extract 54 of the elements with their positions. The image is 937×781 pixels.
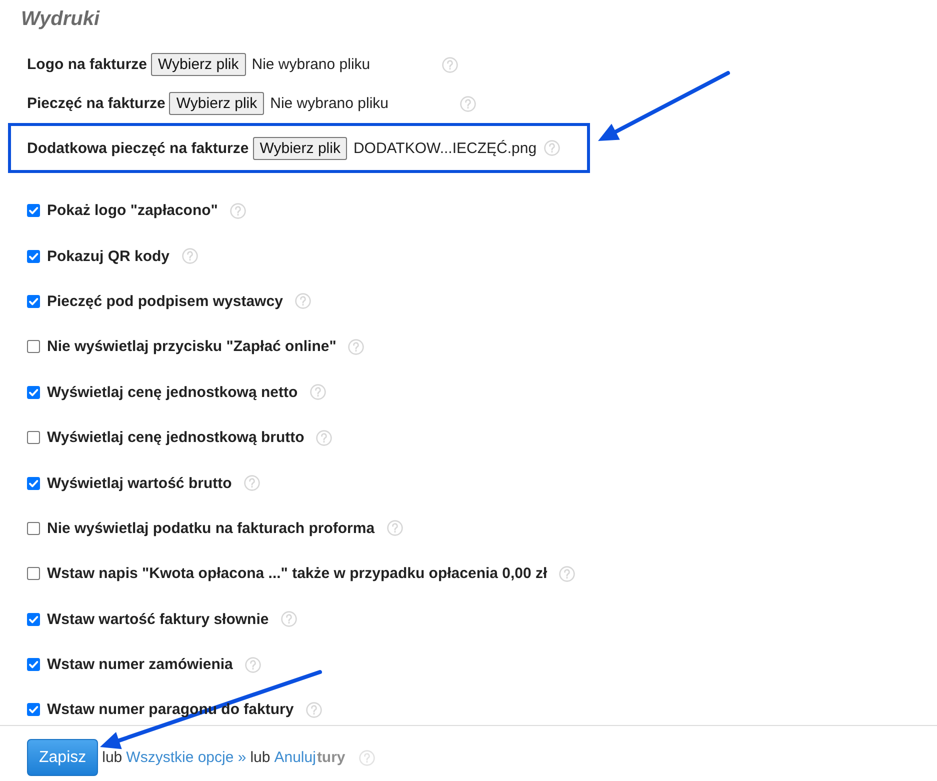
option-label: Pokazuj QR kody [47,248,170,265]
option-label: Wstaw napis "Kwota opłacona ..." także w przypadku opłacenia 0,00 zł [47,565,548,582]
all-options-link[interactable]: Wszystkie opcje » [126,749,246,766]
option-label: Wyświetlaj cenę jednostkową netto [47,384,298,401]
checkbox[interactable] [27,386,40,399]
help-icon[interactable] [386,520,403,536]
checkbox[interactable] [27,658,40,672]
help-icon[interactable] [306,702,322,718]
checkbox[interactable] [27,703,40,716]
checkbox[interactable] [27,522,40,535]
checkbox[interactable] [27,431,40,444]
help-icon[interactable] [544,140,560,156]
help-icon[interactable] [310,384,326,400]
choose-file-button[interactable]: Wybierz plik [151,53,246,76]
field-label: Pieczęć na fakturze [27,95,166,112]
option-label: Nie wyświetlaj podatku na fakturach proforma [47,520,375,537]
option-label: Pieczęć pod podpisem wystawcy [47,292,283,310]
option-label: Wstaw wartość faktury słownie [47,610,269,628]
option-label: Nie wyświetlaj przycisku "Zapłać online" [47,338,336,356]
separator-text: lub [102,749,122,766]
checkbox[interactable] [27,204,40,218]
faded-option-text: tury [316,749,346,766]
help-icon[interactable] [559,566,576,582]
file-name-text: Nie wybrano pliku [252,56,370,73]
checkbox[interactable] [27,250,40,263]
option-label: Wstaw numer zamówienia [47,656,233,674]
help-icon[interactable] [280,611,297,628]
field-label: Logo na fakturze [27,56,148,73]
help-icon[interactable] [244,656,261,673]
field-label: Dodatkowa pieczęć na fakturze [27,140,249,156]
separator-text: lub [250,749,270,766]
choose-file-button[interactable]: Wybierz plik [169,92,264,115]
checkbox[interactable] [27,340,40,354]
help-icon[interactable] [442,56,458,72]
checkbox[interactable] [27,612,40,626]
checkbox[interactable] [27,567,40,580]
help-icon[interactable] [294,293,311,310]
help-icon[interactable] [230,202,246,219]
checkbox[interactable] [27,294,40,308]
help-icon[interactable] [460,96,476,112]
option-label: Wyświetlaj cenę jednostkową brutto [47,429,304,446]
option-label: Wyświetlaj wartość brutto [47,474,232,492]
section-title: Wydruki [21,8,100,30]
help-icon[interactable] [244,475,260,492]
file-name-text: Nie wybrano pliku [270,95,389,112]
cancel-link[interactable]: Anuluj [274,749,316,766]
help-icon[interactable] [182,248,198,264]
help-icon[interactable] [348,338,364,355]
choose-file-button[interactable]: Wybierz plik [252,136,348,160]
option-label: Pokaż logo "zapłacono" [47,202,218,220]
help-icon[interactable] [359,750,376,766]
help-icon[interactable] [316,430,332,446]
checkbox[interactable] [27,476,40,490]
file-name-text: DODATKOW...IECZĘĆ.png [353,140,537,156]
